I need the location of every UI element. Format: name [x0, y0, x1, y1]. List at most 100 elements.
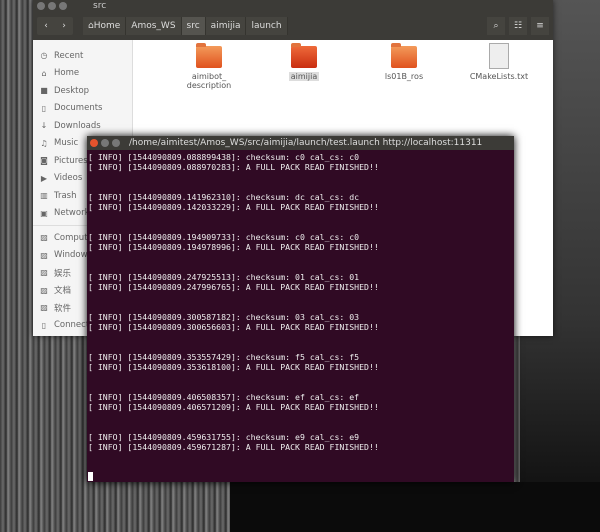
sidebar-icon: ♫	[40, 138, 48, 148]
file-item[interactable]: ls01B_ros	[369, 43, 439, 81]
sidebar-item-label: Music	[54, 138, 79, 149]
log-line: [ INFO] [1544090809.406508357]: checksum…	[88, 392, 360, 402]
cursor-line	[88, 472, 514, 482]
log-line: [ INFO] [1544090809.353557429]: checksum…	[88, 352, 360, 362]
breadcrumb-item[interactable]: src	[181, 17, 206, 35]
sidebar-icon: ▨	[40, 233, 48, 243]
close-button[interactable]	[37, 2, 45, 10]
log-line: [ INFO] [1544090809.300587182]: checksum…	[88, 312, 360, 322]
minimize-button[interactable]	[48, 2, 56, 10]
sidebar-icon: ↓	[40, 121, 48, 131]
terminal-window: /home/aimitest/Amos_WS/src/aimijia/launc…	[87, 136, 514, 482]
close-button[interactable]	[90, 139, 98, 147]
toolbar: ‹ › ⌂Home Amos_WS src aimijia launch ⌕ ☷ ≡	[33, 12, 553, 40]
sidebar-icon: ◙	[40, 156, 48, 166]
sidebar-icon: ⌂	[41, 68, 47, 78]
sidebar-icon: ▨	[40, 285, 48, 295]
sidebar-icon: ■	[40, 86, 48, 96]
grid-view-icon[interactable]: ☷	[509, 17, 527, 35]
sidebar-item-label: Home	[54, 68, 80, 79]
file-name: CMakeLists.txt	[469, 72, 529, 81]
sidebar-item-label: Pictures	[54, 155, 88, 166]
sidebar-item-label: Documents	[54, 103, 103, 114]
sidebar-item-downloads[interactable]: ↓ Downloads	[33, 117, 132, 135]
file-item[interactable]: aimibot_ description	[174, 43, 244, 90]
log-line: [ INFO] [1544090809.088899438]: checksum…	[88, 152, 360, 162]
breadcrumb-item[interactable]: launch	[246, 17, 288, 35]
sidebar-icon: ▨	[40, 268, 48, 278]
log-line: [ INFO] [1544090809.142033229]: A FULL P…	[88, 202, 379, 212]
file-item[interactable]: CMakeLists.txt	[464, 43, 534, 81]
sidebar-item-label: Desktop	[54, 85, 90, 96]
terminal-output[interactable]: [ INFO] [1544090809.088899438]: checksum…	[87, 150, 514, 482]
folder-icon	[196, 43, 222, 68]
folder-icon	[291, 43, 317, 68]
log-line: [ INFO] [1544090809.194978996]: A FULL P…	[88, 242, 379, 252]
file-name: ls01B_ros	[384, 72, 424, 81]
sidebar-item-recent[interactable]: ◷ Recent	[33, 47, 132, 65]
sidebar-icon: ◷	[40, 51, 48, 61]
terminal-title: /home/aimitest/Amos_WS/src/aimijia/launc…	[129, 138, 483, 148]
file-name: aimibot_ description	[186, 72, 232, 90]
breadcrumb-item[interactable]: ⌂Home	[83, 17, 127, 35]
back-button[interactable]: ‹	[37, 17, 55, 35]
log-line: [ INFO] [1544090809.300656603]: A FULL P…	[88, 322, 379, 332]
sidebar-icon: ▯	[41, 320, 47, 330]
log-line: [ INFO] [1544090809.406571209]: A FULL P…	[88, 402, 379, 412]
minimize-button[interactable]	[101, 139, 109, 147]
window-title: src	[93, 1, 107, 11]
sidebar-item-label: 文档	[54, 286, 72, 297]
log-line: [ INFO] [1544090809.459671287]: A FULL P…	[88, 442, 379, 452]
sidebar-icon: ▨	[40, 250, 48, 260]
log-line: [ INFO] [1544090809.247925513]: checksum…	[88, 272, 360, 282]
list-view-icon[interactable]: ≡	[531, 17, 549, 35]
terminal-cursor	[88, 472, 93, 481]
sidebar-item-label: Videos	[54, 173, 83, 184]
desktop-background-dark	[230, 482, 600, 532]
terminal-titlebar: /home/aimitest/Amos_WS/src/aimijia/launc…	[87, 136, 514, 150]
breadcrumb-item[interactable]: aimijia	[206, 17, 247, 35]
file-item[interactable]: aimijia	[269, 43, 339, 81]
sidebar-item-label: Recent	[54, 50, 84, 61]
sidebar-item-home[interactable]: ⌂ Home	[33, 65, 132, 83]
forward-button[interactable]: ›	[55, 17, 73, 35]
sidebar-item-label: Network	[54, 208, 90, 219]
log-line: [ INFO] [1544090809.141962310]: checksum…	[88, 192, 360, 202]
maximize-button[interactable]	[112, 139, 120, 147]
sidebar-item-label: 软件	[54, 303, 72, 314]
log-line: [ INFO] [1544090809.459631755]: checksum…	[88, 432, 360, 442]
log-line: [ INFO] [1544090809.088970283]: A FULL P…	[88, 162, 379, 172]
sidebar-icon: ▨	[40, 303, 48, 313]
sidebar-icon: ▥	[40, 191, 48, 201]
sidebar-item-label: Downloads	[54, 120, 101, 131]
sidebar-item-label: Connect	[54, 320, 90, 331]
sidebar-icon: ▯	[41, 103, 47, 113]
sidebar-item-label: 娱乐	[54, 268, 72, 279]
log-line: [ INFO] [1544090809.247996765]: A FULL P…	[88, 282, 379, 292]
breadcrumb-item[interactable]: Amos_WS	[126, 17, 182, 35]
search-icon[interactable]: ⌕	[487, 17, 505, 35]
sidebar-item-desktop[interactable]: ■ Desktop	[33, 82, 132, 100]
breadcrumb: ⌂Home Amos_WS src aimijia launch	[83, 17, 288, 35]
maximize-button[interactable]	[59, 2, 67, 10]
sidebar-item-documents[interactable]: ▯ Documents	[33, 100, 132, 118]
sidebar-icon: ▶	[40, 173, 48, 183]
folder-icon	[391, 43, 417, 68]
log-line: [ INFO] [1544090809.194909733]: checksum…	[88, 232, 360, 242]
